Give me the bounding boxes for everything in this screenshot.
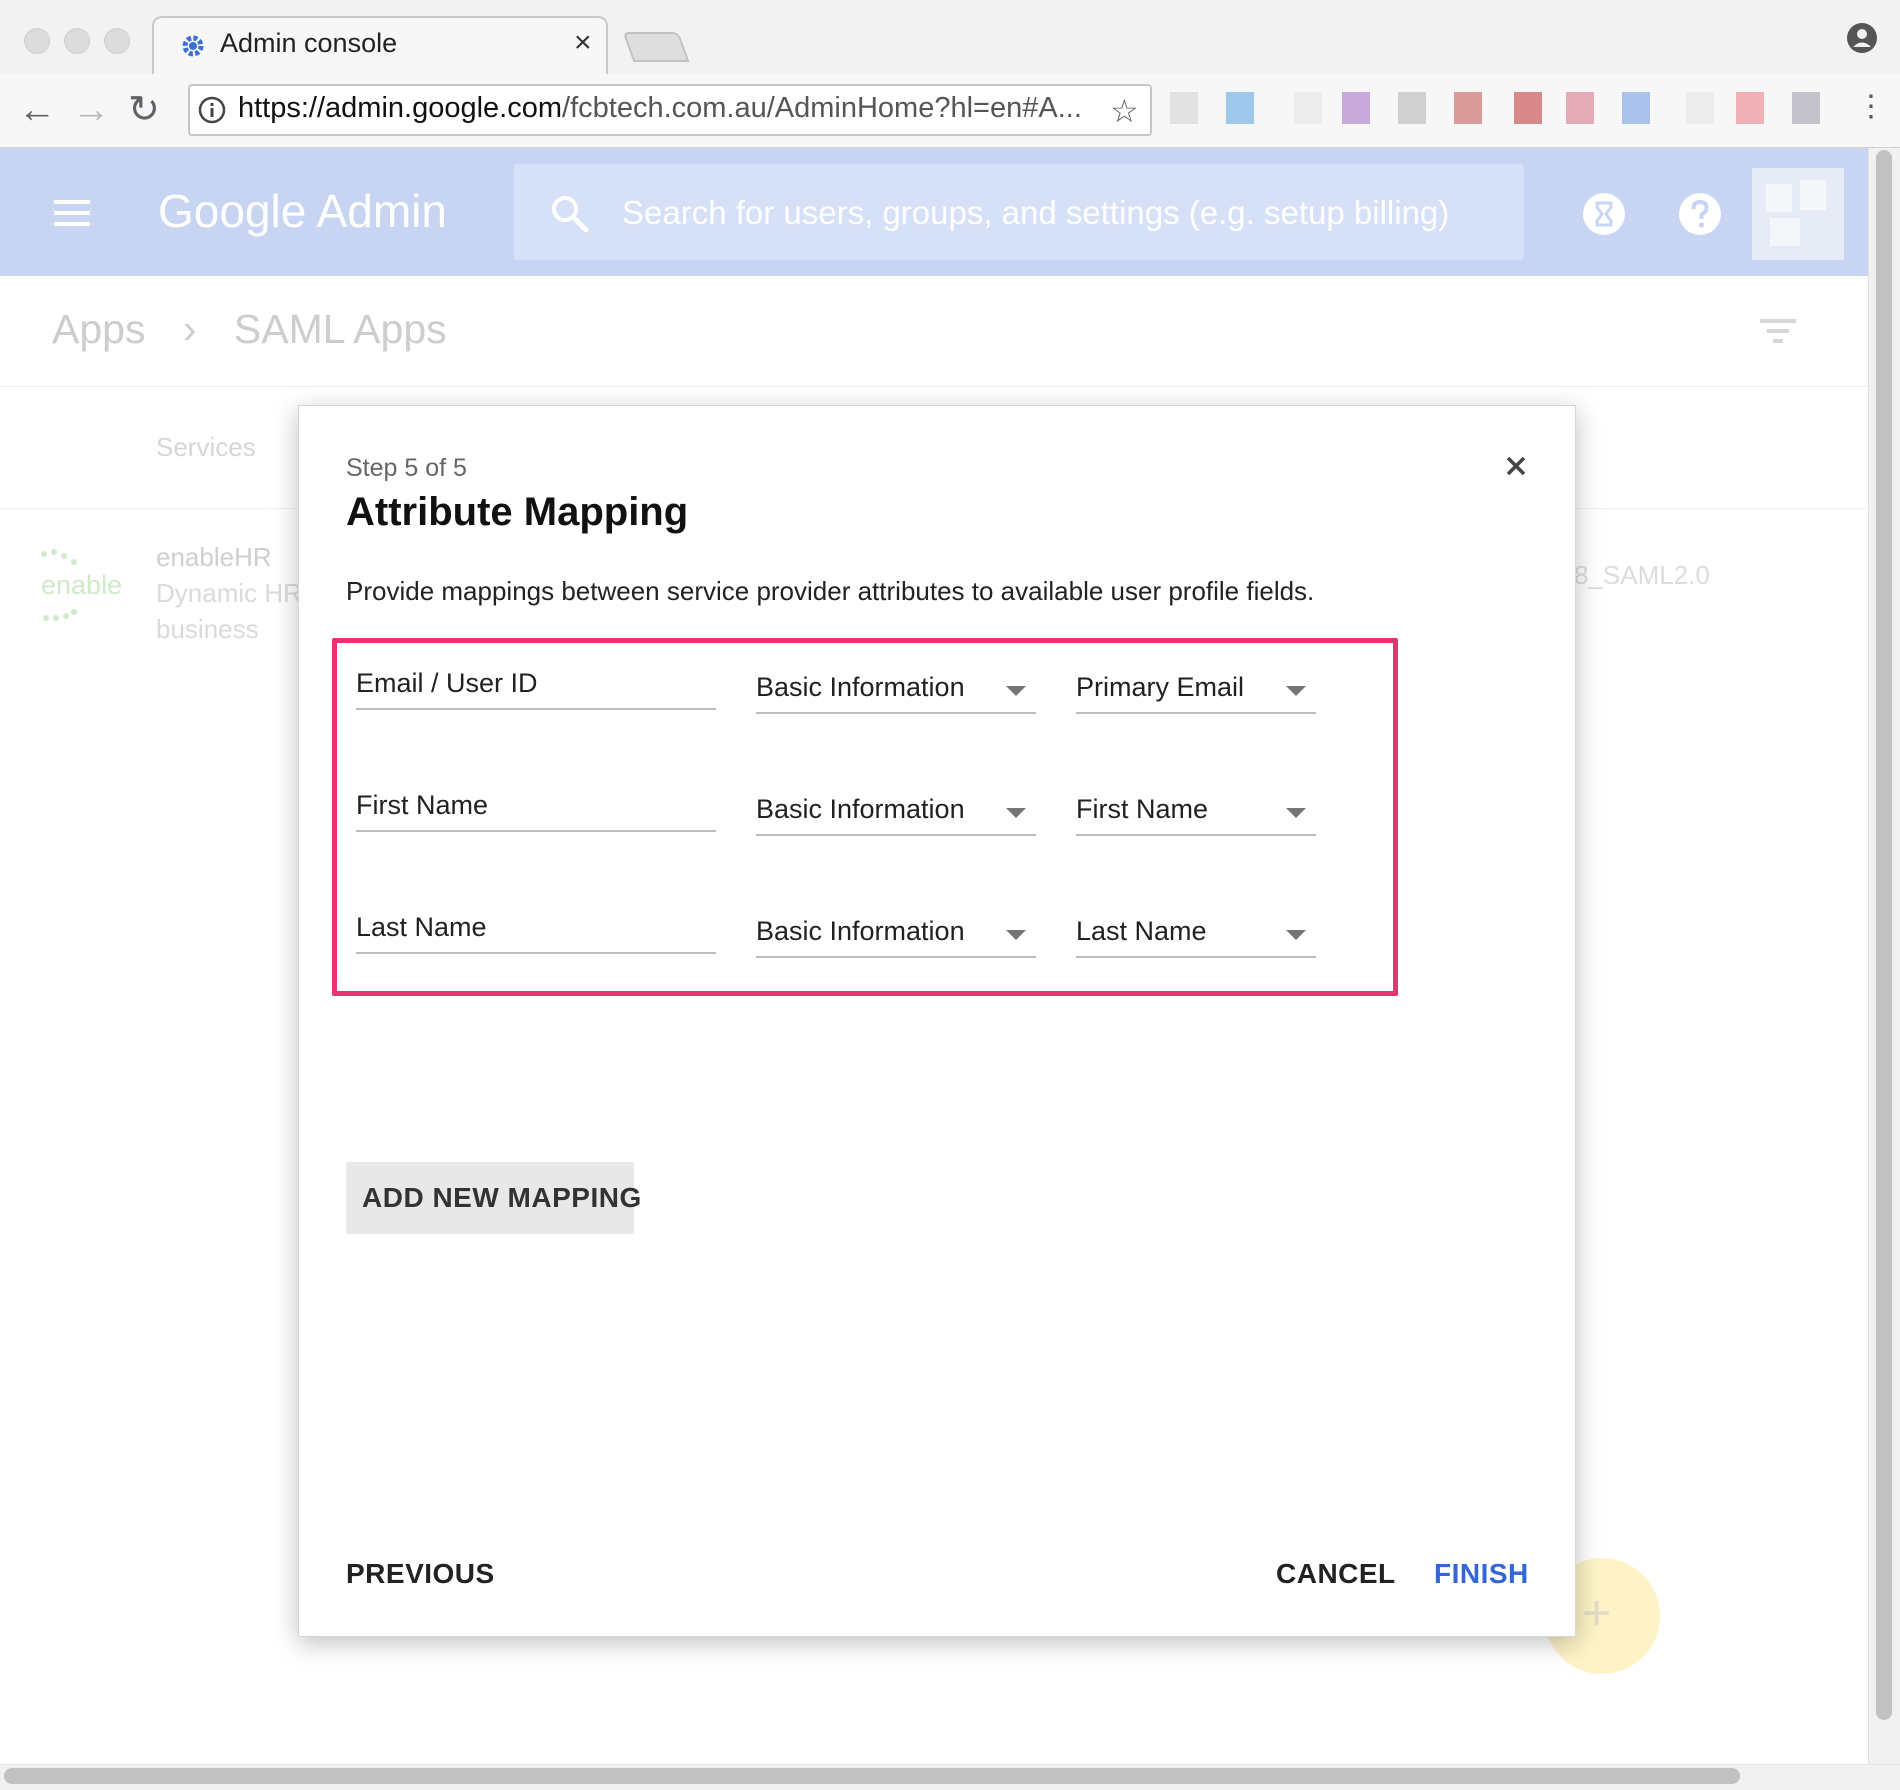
window-zoom-light[interactable] (104, 28, 130, 54)
app-name[interactable]: enableHR (156, 542, 272, 573)
category-select-value: Basic Information (756, 794, 965, 824)
reload-icon[interactable]: ↻ (128, 90, 160, 130)
search-input[interactable]: Search for users, groups, and settings (… (622, 194, 1449, 232)
extension-icon[interactable] (1398, 92, 1426, 124)
tab-title: Admin console (220, 28, 398, 58)
chevron-down-icon (1286, 686, 1306, 696)
app-description: Dynamic HR (156, 578, 302, 608)
attribute-name-input[interactable]: First Name (356, 790, 716, 832)
user-field-select-value: Last Name (1076, 916, 1207, 946)
hourglass-icon[interactable] (1582, 192, 1626, 236)
user-field-select[interactable]: Primary Email (1076, 672, 1316, 714)
url-text: https://admin.google.com/fcbtech.com.au/… (238, 92, 1082, 125)
window-minimize-light[interactable] (64, 28, 90, 54)
user-field-select[interactable]: First Name (1076, 794, 1316, 836)
hamburger-menu-icon[interactable] (54, 200, 90, 226)
add-new-mapping-label[interactable]: ADD NEW MAPPING (362, 1182, 642, 1214)
extension-icon[interactable] (1566, 92, 1594, 124)
step-indicator: Step 5 of 5 (346, 454, 467, 482)
profile-icon[interactable] (1846, 22, 1878, 54)
user-field-select-value: First Name (1076, 794, 1209, 824)
admin-gear-icon (182, 35, 204, 57)
dialog-title: Attribute Mapping (346, 490, 689, 534)
google-admin-logo[interactable]: Google Admin (158, 184, 447, 238)
user-field-select-value: Primary Email (1076, 672, 1245, 702)
cancel-button[interactable]: CANCEL (1276, 1558, 1396, 1590)
extension-icon[interactable] (1792, 92, 1820, 124)
column-header-services: Services (156, 432, 256, 462)
search-icon (552, 196, 589, 233)
extension-icon[interactable] (1514, 92, 1542, 124)
category-select[interactable]: Basic Information (756, 916, 1036, 958)
window-close-light[interactable] (24, 28, 50, 54)
chevron-down-icon (1006, 686, 1026, 696)
plus-icon: + (1582, 1585, 1612, 1641)
chevron-down-icon (1006, 930, 1026, 940)
attribute-name-input[interactable]: Last Name (356, 912, 716, 954)
divider (0, 386, 1868, 387)
back-arrow-icon[interactable]: ← (18, 90, 56, 130)
chevron-down-icon (1006, 808, 1026, 818)
category-select-value: Basic Information (756, 916, 965, 946)
extension-icon[interactable] (1454, 92, 1482, 124)
attribute-name-input[interactable]: Email / User ID (356, 668, 716, 710)
extension-icon[interactable] (1294, 92, 1322, 124)
account-avatar[interactable] (1752, 168, 1844, 260)
close-icon[interactable] (1500, 450, 1532, 482)
chevron-down-icon (1286, 930, 1306, 940)
star-icon[interactable]: ☆ (1110, 92, 1139, 130)
app-description: business (156, 614, 259, 644)
browser-menu-icon[interactable]: ⋮ (1856, 92, 1886, 122)
forward-arrow-icon[interactable]: → (72, 90, 110, 130)
finish-button[interactable]: FINISH (1434, 1558, 1529, 1590)
extension-icon[interactable] (1736, 92, 1764, 124)
category-select[interactable]: Basic Information (756, 794, 1036, 836)
category-select-value: Basic Information (756, 672, 965, 702)
url-host: https://admin.google.com (238, 92, 563, 124)
extension-icon[interactable] (1170, 92, 1198, 124)
extension-icon[interactable] (1226, 92, 1254, 124)
breadcrumb-separator: › (182, 306, 197, 352)
extension-icon[interactable] (1622, 92, 1650, 124)
app-saml-id: 8_SAML2.0 (1574, 560, 1710, 590)
user-field-select[interactable]: Last Name (1076, 916, 1316, 958)
extension-icon[interactable] (1686, 92, 1714, 124)
tab-close-icon[interactable]: × (574, 26, 592, 60)
vertical-scroll-thumb[interactable] (1876, 150, 1892, 1720)
info-icon[interactable] (198, 96, 226, 124)
chevron-down-icon (1286, 808, 1306, 818)
help-icon[interactable] (1678, 192, 1722, 236)
enablehr-logo: enable (41, 549, 122, 621)
url-path: /fcbtech.com.au/AdminHome?hl=en#A... (562, 92, 1082, 124)
svg-text:enable: enable (41, 570, 122, 600)
category-select[interactable]: Basic Information (756, 672, 1036, 714)
breadcrumb-saml-apps: SAML Apps (233, 306, 447, 352)
new-tab-button[interactable] (622, 32, 690, 62)
filter-icon[interactable] (1760, 316, 1796, 346)
dialog-description: Provide mappings between service provide… (346, 576, 1315, 606)
breadcrumb-apps[interactable]: Apps (52, 306, 145, 352)
horizontal-scroll-thumb[interactable] (4, 1768, 1740, 1784)
extension-icon[interactable] (1342, 92, 1370, 124)
previous-button[interactable]: PREVIOUS (346, 1558, 495, 1590)
breadcrumb: Apps › SAML Apps (52, 306, 473, 353)
